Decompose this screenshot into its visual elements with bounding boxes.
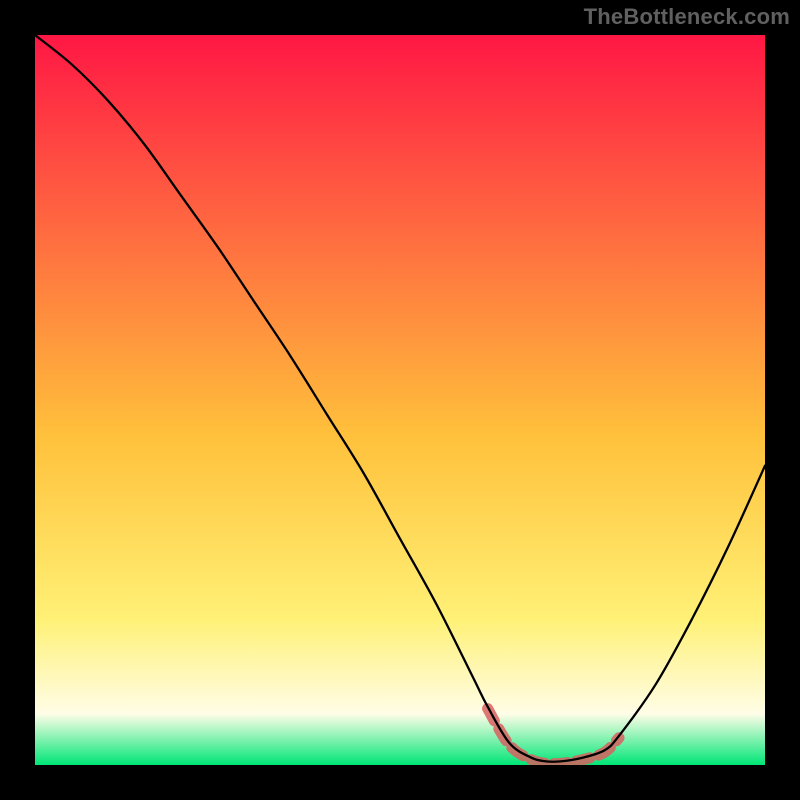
plot-area: [35, 35, 765, 765]
watermark-text: TheBottleneck.com: [584, 4, 790, 30]
plot-svg: [35, 35, 765, 765]
chart-frame: TheBottleneck.com: [0, 0, 800, 800]
